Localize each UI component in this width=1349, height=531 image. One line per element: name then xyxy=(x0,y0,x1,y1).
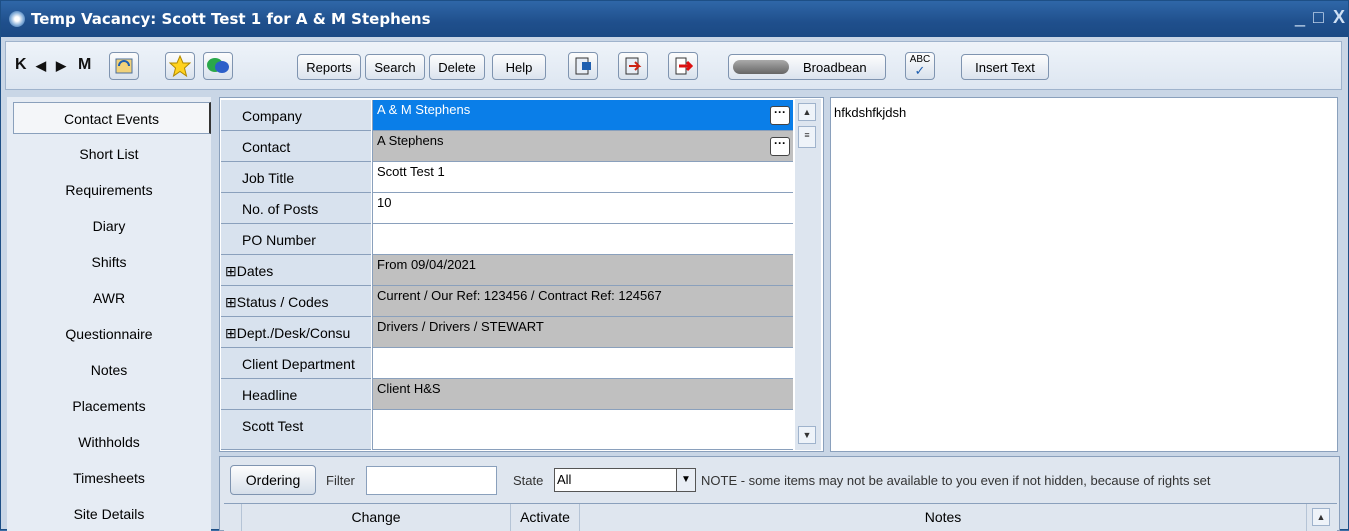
sidebar-item-questionnaire[interactable]: Questionnaire xyxy=(7,318,211,350)
sidebar-item-awr[interactable]: AWR xyxy=(7,282,211,314)
minimize-button[interactable]: _ xyxy=(1295,7,1305,28)
contact-label: Contact xyxy=(221,131,371,162)
company-lookup-button[interactable]: ··· xyxy=(770,106,790,125)
help-button[interactable]: Help xyxy=(492,54,546,80)
sidebar-item-short-list[interactable]: Short List xyxy=(7,138,211,170)
state-value: All xyxy=(557,472,572,487)
favourite-button[interactable] xyxy=(165,52,195,80)
sidebar-item-requirements[interactable]: Requirements xyxy=(7,174,211,206)
export-icon xyxy=(575,57,591,75)
status-codes-label[interactable]: ⊞Status / Codes xyxy=(221,286,371,317)
contact-field[interactable]: A Stephens ··· xyxy=(372,131,793,162)
headline-field[interactable]: Client H&S xyxy=(372,379,793,410)
sidebar-item-timesheets[interactable]: Timesheets xyxy=(7,462,211,494)
job-title-field[interactable]: Scott Test 1 xyxy=(372,162,793,193)
headline-label: Headline xyxy=(221,379,371,410)
scroll-thumb[interactable]: ≡ xyxy=(798,126,816,148)
job-title-label: Job Title xyxy=(221,162,371,193)
import-icon xyxy=(625,57,642,75)
expand-icon[interactable]: ⊞ xyxy=(221,325,237,341)
previous-record-icon[interactable]: ◀ xyxy=(36,58,46,74)
rights-note: NOTE - some items may not be available t… xyxy=(701,473,1211,488)
state-label: State xyxy=(513,473,544,488)
reports-button[interactable]: Reports xyxy=(297,54,361,80)
scott-test-label: Scott Test xyxy=(221,410,371,450)
expand-icon[interactable]: ⊞ xyxy=(221,294,237,310)
filter-label: Filter xyxy=(326,473,355,488)
scroll-up-icon[interactable]: ▲ xyxy=(798,103,816,121)
column-header-notes[interactable]: Notes xyxy=(580,504,1307,531)
status-codes-field[interactable]: Current / Our Ref: 123456 / Contract Ref… xyxy=(372,286,793,317)
sidebar-item-shifts[interactable]: Shifts xyxy=(7,246,211,278)
sidebar-item-withholds[interactable]: Withholds xyxy=(7,426,211,458)
last-record-icon[interactable]: M xyxy=(78,56,91,74)
insert-text-button[interactable]: Insert Text xyxy=(961,54,1049,80)
ordering-button[interactable]: Ordering xyxy=(230,465,316,495)
client-department-field[interactable] xyxy=(372,348,793,379)
app-icon xyxy=(9,11,25,27)
expand-icon[interactable]: ⊞ xyxy=(221,263,237,279)
contact-lookup-button[interactable]: ··· xyxy=(770,137,790,156)
posts-label: No. of Posts xyxy=(221,193,371,224)
filter-input[interactable] xyxy=(366,466,497,495)
refresh-icon xyxy=(115,58,133,74)
broadbean-label: Broadbean xyxy=(803,59,867,75)
sidebar-item-diary[interactable]: Diary xyxy=(7,210,211,242)
window-title: Temp Vacancy: Scott Test 1 for A & M Ste… xyxy=(31,10,431,28)
spell-check-button[interactable]: ABC ✓ xyxy=(905,52,935,80)
next-record-icon[interactable]: ▶ xyxy=(56,58,66,74)
posts-field[interactable]: 10 xyxy=(372,193,793,224)
first-record-icon[interactable]: K xyxy=(15,56,27,74)
scroll-down-icon[interactable]: ▼ xyxy=(798,426,816,444)
vacancy-window: Temp Vacancy: Scott Test 1 for A & M Ste… xyxy=(0,0,1349,531)
notes-textarea[interactable]: hfkdshfkjdsh xyxy=(830,97,1338,452)
title-bar[interactable]: Temp Vacancy: Scott Test 1 for A & M Ste… xyxy=(1,1,1348,37)
search-button[interactable]: Search xyxy=(365,54,425,80)
dept-desk-consultant-label[interactable]: ⊞Dept./Desk/Consu xyxy=(221,317,371,348)
dept-desk-consultant-field[interactable]: Drivers / Drivers / STEWART xyxy=(372,317,793,348)
close-button[interactable]: X xyxy=(1333,7,1345,28)
refresh-button[interactable] xyxy=(109,52,139,80)
table-scroll-up-icon[interactable]: ▲ xyxy=(1312,508,1330,526)
sidebar-item-site-details[interactable]: Site Details xyxy=(7,498,211,530)
sidebar-item-notes[interactable]: Notes xyxy=(7,354,211,386)
sidebar: Contact Events Short List Requirements D… xyxy=(7,97,211,531)
events-table-header: Change Activate Notes ▲ xyxy=(224,503,1337,531)
contact-value: A Stephens xyxy=(377,133,444,148)
exit-button[interactable] xyxy=(668,52,698,80)
column-header-activate[interactable]: Activate xyxy=(511,504,580,531)
chevron-down-icon[interactable]: ▼ xyxy=(676,469,695,491)
company-value: A & M Stephens xyxy=(377,102,471,117)
po-number-label: PO Number xyxy=(221,224,371,255)
chat-bubbles-icon xyxy=(207,58,229,73)
state-select[interactable]: All ▼ xyxy=(554,468,696,492)
dates-field[interactable]: From 09/04/2021 xyxy=(372,255,793,286)
toolbar: K ◀ ▶ M Reports Search Delete Help Broad… xyxy=(5,41,1342,90)
exit-arrow-icon xyxy=(675,57,693,75)
checkmark-icon: ✓ xyxy=(914,63,926,78)
form-scrollbar[interactable]: ▲ ≡ ▼ xyxy=(795,99,821,450)
sidebar-item-contact-events[interactable]: Contact Events xyxy=(13,102,211,134)
broadbean-logo-icon xyxy=(733,60,789,74)
dates-label[interactable]: ⊞Dates xyxy=(221,255,371,286)
import-button[interactable] xyxy=(618,52,648,80)
delete-button[interactable]: Delete xyxy=(429,54,485,80)
client-department-label: Client Department xyxy=(221,348,371,379)
broadbean-button[interactable]: Broadbean xyxy=(728,54,886,80)
company-label: Company xyxy=(221,100,371,131)
column-header-change[interactable]: Change xyxy=(242,504,511,531)
scott-test-field[interactable] xyxy=(372,410,793,450)
maximize-button[interactable]: □ xyxy=(1313,7,1324,28)
chat-button[interactable] xyxy=(203,52,233,80)
row-header-corner xyxy=(224,504,242,531)
sidebar-item-placements[interactable]: Placements xyxy=(7,390,211,422)
po-number-field[interactable] xyxy=(372,224,793,255)
export-button[interactable] xyxy=(568,52,598,80)
star-icon xyxy=(169,55,191,77)
company-field[interactable]: A & M Stephens ··· xyxy=(372,100,793,131)
contact-events-panel: Ordering Filter State All ▼ NOTE - some … xyxy=(219,456,1340,531)
